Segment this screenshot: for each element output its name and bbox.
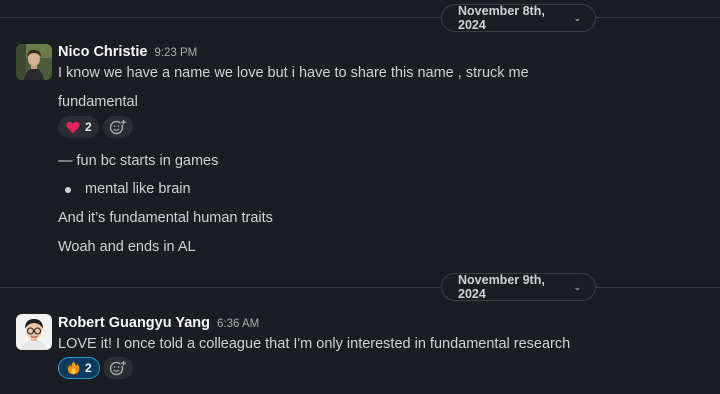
message-timestamp[interactable]: 9:23 PM	[154, 47, 197, 59]
message-header: Robert Guangyu Yang 6:36 AM	[58, 315, 259, 331]
chevron-down-icon: ⌄	[573, 12, 581, 23]
message-text: mental like brain	[85, 181, 191, 197]
date-label: November 9th, 2024	[458, 273, 545, 301]
avatar-robert-guangyu-yang[interactable]	[16, 314, 52, 350]
reaction-count: 2	[85, 361, 92, 375]
date-divider-line	[0, 287, 720, 288]
message-timestamp[interactable]: 6:36 AM	[217, 318, 259, 330]
author-name[interactable]: Nico Christie	[58, 44, 147, 60]
add-reaction-button[interactable]	[103, 357, 133, 379]
chevron-down-icon: ⌄	[573, 281, 581, 292]
fire-emoji-icon	[67, 361, 80, 375]
bullet-point	[65, 187, 71, 193]
message-text: — fun bc starts in games	[58, 153, 219, 169]
add-reaction-icon	[109, 360, 127, 376]
date-label: November 8th, 2024	[458, 4, 545, 32]
add-reaction-button[interactable]	[103, 116, 133, 138]
message-text: LOVE it! I once told a colleague that I'…	[58, 336, 571, 352]
message-text: fundamental	[58, 94, 138, 110]
message-text: Woah and ends in AL	[58, 239, 196, 255]
message-text: I know we have a name we love but i have…	[58, 65, 529, 81]
add-reaction-icon	[109, 119, 127, 135]
reaction-heart[interactable]: 2	[58, 116, 99, 138]
message-header: Nico Christie 9:23 PM	[58, 44, 197, 60]
date-pill-nov-9[interactable]: November 9th, 2024 ⌄	[441, 273, 596, 301]
reaction-fire[interactable]: 2	[58, 357, 100, 379]
reaction-count: 2	[85, 120, 92, 134]
author-name[interactable]: Robert Guangyu Yang	[58, 315, 210, 331]
date-divider-line	[0, 17, 720, 18]
heart-emoji-icon	[66, 121, 80, 134]
avatar-nico-christie[interactable]	[16, 44, 52, 80]
date-pill-nov-8[interactable]: November 8th, 2024 ⌄	[441, 4, 596, 32]
message-text: And it’s fundamental human traits	[58, 210, 273, 226]
